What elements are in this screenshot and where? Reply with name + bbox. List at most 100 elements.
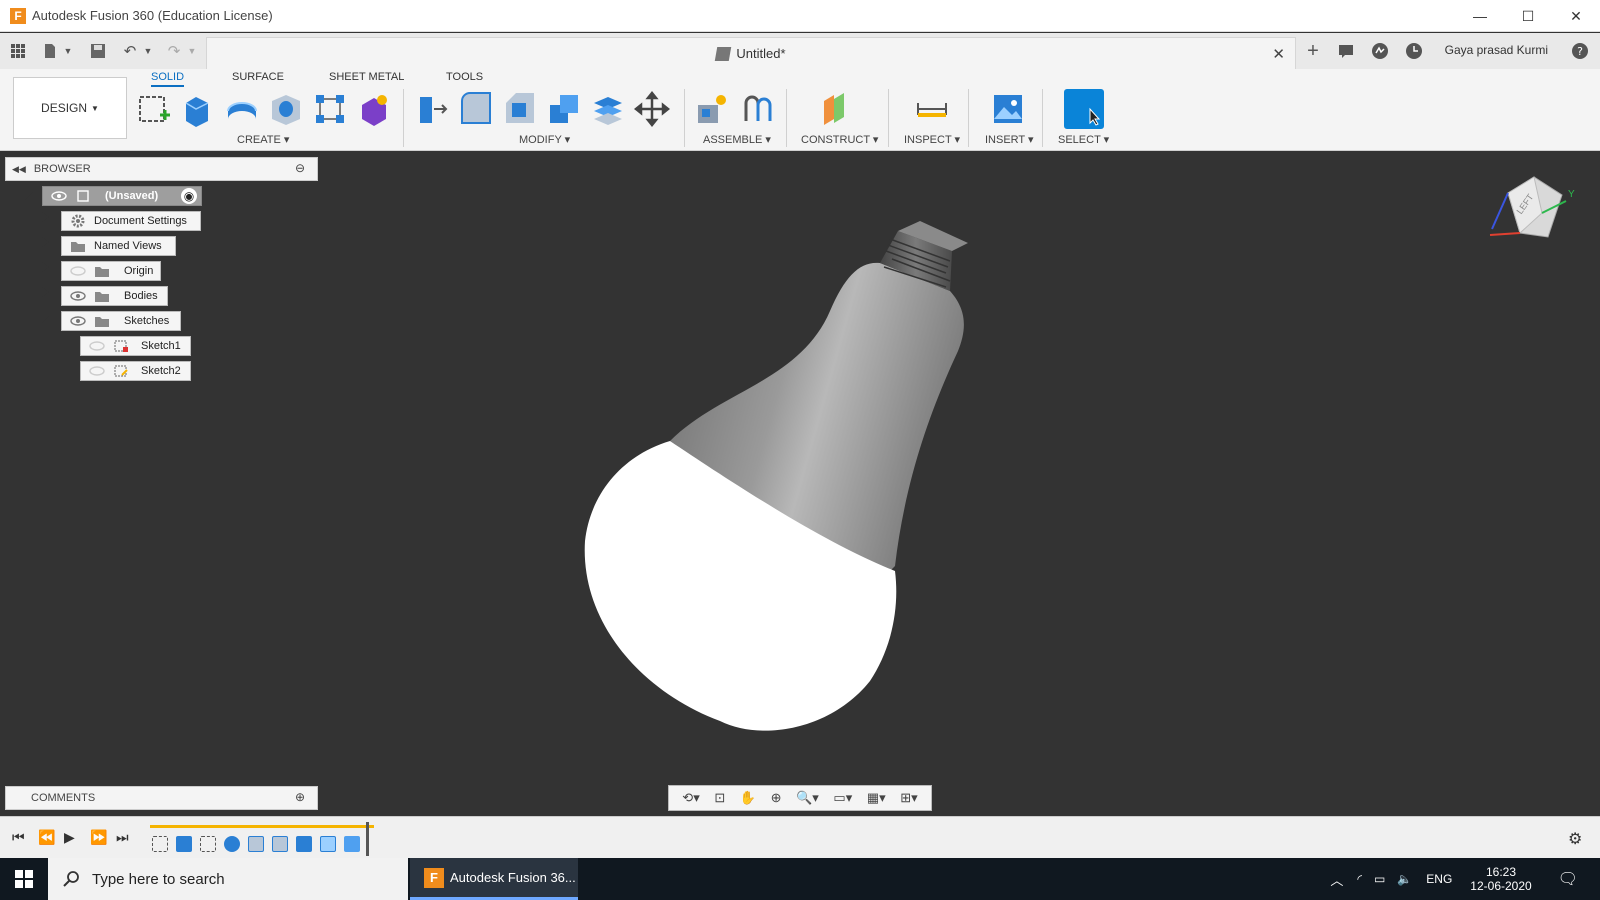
pan-icon[interactable]: ✋: [740, 790, 756, 806]
group-inspect[interactable]: INSPECT ▾: [904, 133, 960, 146]
combine-icon[interactable]: [546, 91, 582, 127]
file-menu-icon[interactable]: [40, 41, 60, 61]
chevron-down-icon[interactable]: ▼: [58, 41, 78, 61]
viewports-icon[interactable]: ⊞▾: [900, 790, 917, 806]
action-center-icon[interactable]: 🗨: [1558, 869, 1578, 889]
app-grid-icon[interactable]: [8, 41, 28, 61]
timeline-split-icon[interactable]: [320, 836, 336, 852]
browser-node-sketch1[interactable]: Sketch1: [80, 336, 191, 356]
tab-surface[interactable]: SURFACE: [232, 71, 284, 83]
group-insert[interactable]: INSERT ▾: [985, 133, 1034, 146]
tab-sheet-metal[interactable]: SHEET METAL: [329, 71, 404, 83]
timeline-track[interactable]: [150, 822, 374, 856]
add-comment-icon[interactable]: ⊕: [295, 790, 305, 804]
new-tab-icon[interactable]: +: [1303, 40, 1323, 62]
orbit-icon[interactable]: ⟲▾: [682, 790, 699, 806]
grid-settings-icon[interactable]: ▦▾: [867, 790, 886, 806]
timeline-marker[interactable]: [366, 822, 369, 856]
clock[interactable]: 16:23 12-06-2020: [1470, 865, 1531, 893]
timeline-revolve-icon[interactable]: [224, 836, 240, 852]
language-indicator[interactable]: ENG: [1426, 872, 1452, 886]
canvas-viewport[interactable]: LEFT Y: [0, 151, 1600, 813]
measure-icon[interactable]: [914, 91, 950, 127]
browser-node-sketches[interactable]: Sketches: [61, 311, 181, 331]
maximize-button[interactable]: ☐: [1504, 0, 1552, 32]
viewcube[interactable]: LEFT Y: [1486, 173, 1576, 253]
taskbar-app-fusion[interactable]: F Autodesk Fusion 36...: [410, 858, 578, 900]
redo-icon[interactable]: ↷: [164, 41, 184, 61]
eye-icon[interactable]: [70, 315, 86, 327]
revolve-icon[interactable]: [224, 91, 260, 127]
collapse-icon[interactable]: [42, 316, 49, 323]
display-settings-icon[interactable]: ▭▾: [833, 790, 852, 806]
group-create[interactable]: CREATE ▾: [237, 133, 289, 146]
group-modify[interactable]: MODIFY ▾: [519, 133, 570, 146]
eye-icon[interactable]: [51, 190, 67, 202]
look-at-icon[interactable]: ⊡: [714, 790, 725, 806]
expand-icon[interactable]: [42, 212, 49, 222]
joint-icon[interactable]: [740, 91, 776, 127]
bulb-model[interactable]: [0, 151, 1600, 813]
extrude-icon[interactable]: [180, 91, 216, 127]
timeline-coil-icon[interactable]: [344, 836, 360, 852]
windows-start-icon[interactable]: [0, 858, 48, 900]
browser-node-document-settings[interactable]: Document Settings: [61, 211, 201, 231]
fit-icon[interactable]: 🔍▾: [796, 790, 819, 806]
browser-node-bodies[interactable]: Bodies: [61, 286, 168, 306]
step-back-icon[interactable]: ⏪: [38, 829, 55, 846]
browser-options-icon[interactable]: ⊖: [295, 161, 305, 175]
create-form-icon[interactable]: [356, 91, 392, 127]
volume-icon[interactable]: 🔈: [1397, 872, 1412, 886]
workspace-switcher[interactable]: DESIGN ▼: [13, 77, 127, 139]
expand-icon[interactable]: [42, 287, 49, 297]
group-select[interactable]: SELECT ▾: [1058, 133, 1109, 146]
chevron-down-icon[interactable]: ▼: [138, 41, 158, 61]
hole-icon[interactable]: [268, 91, 304, 127]
timeline-extrude-icon[interactable]: [176, 836, 192, 852]
battery-icon[interactable]: ▭: [1374, 872, 1385, 886]
new-component-icon[interactable]: [694, 91, 730, 127]
chamfer-icon[interactable]: [502, 91, 538, 127]
tab-solid[interactable]: SOLID: [151, 71, 185, 87]
move-icon[interactable]: [633, 90, 671, 128]
browser-node-sketch2[interactable]: Sketch2: [80, 361, 191, 381]
group-construct[interactable]: CONSTRUCT ▾: [801, 133, 878, 146]
expand-icon[interactable]: [42, 237, 49, 247]
job-status-icon[interactable]: [1370, 41, 1390, 61]
minimize-button[interactable]: —: [1456, 0, 1504, 32]
activate-icon[interactable]: ◉: [181, 188, 197, 204]
step-forward-icon[interactable]: ⏩: [90, 829, 107, 846]
timeline-sketch-icon[interactable]: [152, 836, 168, 852]
notifications-icon[interactable]: [1336, 41, 1356, 61]
group-assemble[interactable]: ASSEMBLE ▾: [703, 133, 771, 146]
comments-panel-header[interactable]: COMMENTS ⊕: [5, 786, 318, 810]
tab-tools[interactable]: TOOLS: [446, 71, 483, 83]
save-icon[interactable]: [88, 41, 108, 61]
browser-root-node[interactable]: (Unsaved) ◉: [42, 186, 202, 206]
press-pull-icon[interactable]: [414, 91, 450, 127]
timeline-sketch-icon[interactable]: [200, 836, 216, 852]
eye-hidden-icon[interactable]: [89, 340, 105, 352]
collapse-root-icon[interactable]: [25, 192, 33, 200]
create-sketch-icon[interactable]: [136, 91, 172, 127]
browser-node-origin[interactable]: Origin: [61, 261, 161, 281]
collapse-panel-icon[interactable]: ◀◀: [12, 164, 26, 175]
timeline-settings-gear-icon[interactable]: ⚙: [1568, 829, 1582, 849]
select-icon[interactable]: [1064, 89, 1104, 129]
close-window-button[interactable]: ✕: [1552, 0, 1600, 32]
eye-hidden-icon[interactable]: [89, 365, 105, 377]
network-icon[interactable]: ◜: [1357, 872, 1362, 886]
insert-image-icon[interactable]: [990, 91, 1026, 127]
expand-icon[interactable]: [42, 262, 49, 272]
help-icon[interactable]: ?: [1570, 41, 1590, 61]
timeline-fillet-icon[interactable]: [272, 836, 288, 852]
close-tab-icon[interactable]: ✕: [1272, 45, 1285, 63]
fillet-icon[interactable]: [458, 91, 494, 127]
user-name[interactable]: Gaya prasad Kurmi: [1445, 43, 1548, 57]
chevron-down-icon[interactable]: ▼: [182, 41, 202, 61]
document-tab[interactable]: Untitled* ✕: [206, 37, 1296, 69]
browser-node-named-views[interactable]: Named Views: [61, 236, 176, 256]
offset-plane-icon[interactable]: [820, 91, 856, 127]
play-icon[interactable]: ▶: [64, 829, 75, 846]
timeline-shell-icon[interactable]: [296, 836, 312, 852]
